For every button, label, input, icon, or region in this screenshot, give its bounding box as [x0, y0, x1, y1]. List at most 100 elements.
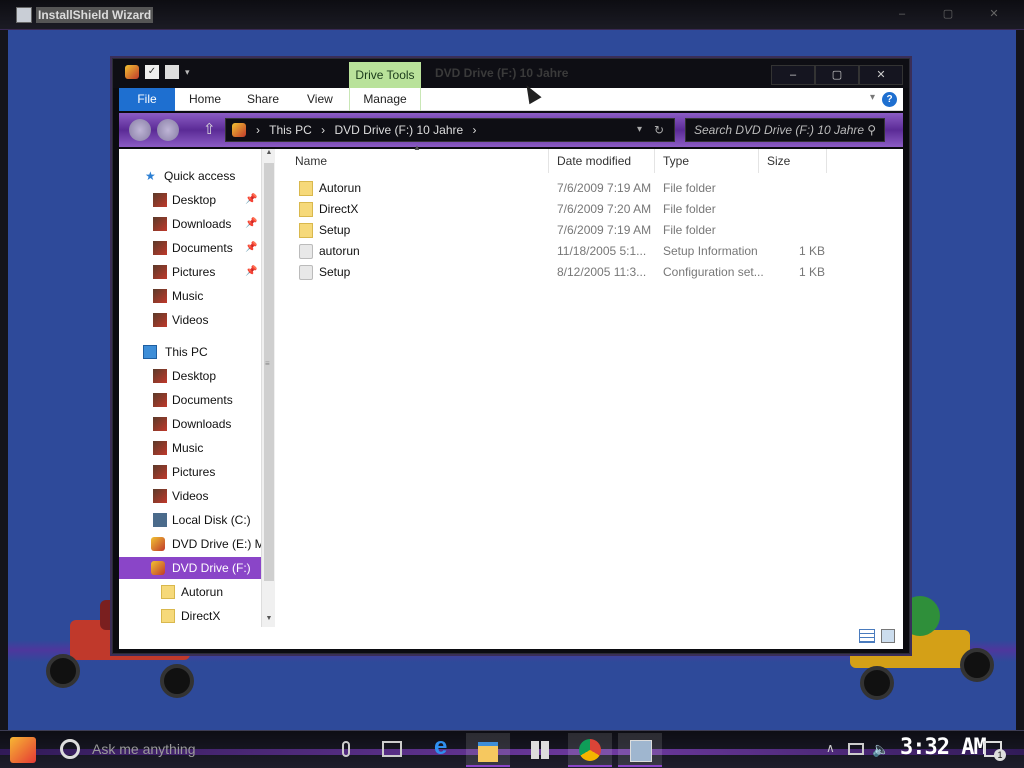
nav-pc-music[interactable]: Music	[119, 437, 261, 459]
nav-item-pictures[interactable]: Pictures 📌	[119, 261, 261, 283]
minimize-button[interactable]: –	[771, 65, 815, 85]
file-row[interactable]: DirectX 7/6/2009 7:20 AM File folder	[279, 199, 819, 220]
close-button[interactable]: ✕	[859, 65, 903, 85]
nav-this-pc[interactable]: This PC	[119, 341, 261, 363]
explorer-titlebar: ✓ ▾ Drive Tools DVD Drive (F:) 10 Jahre …	[113, 59, 909, 88]
taskbar-clock[interactable]: 3:32 AM	[900, 735, 987, 760]
downloads-icon	[153, 217, 167, 231]
installshield-taskbar-icon[interactable]	[618, 733, 662, 767]
config-file-icon	[299, 265, 313, 280]
taskbar-search[interactable]: Ask me anything	[92, 741, 196, 757]
nav-folder-autorun[interactable]: Autorun	[119, 581, 261, 603]
file-row[interactable]: Setup 8/12/2005 11:3... Configuration se…	[279, 262, 825, 283]
column-header-type[interactable]: Type	[655, 149, 759, 173]
chevron-down-icon[interactable]: ▾	[637, 119, 642, 141]
nav-dvd-drive-e[interactable]: DVD Drive (E:) M	[119, 533, 261, 555]
file-row[interactable]: Autorun 7/6/2009 7:19 AM File folder	[279, 178, 819, 199]
breadcrumb-dvd-drive[interactable]: DVD Drive (F:) 10 Jahre	[335, 123, 464, 137]
explorer-title: DVD Drive (F:) 10 Jahre	[435, 66, 569, 80]
folder-icon	[299, 223, 313, 238]
scroll-up-icon[interactable]: ▲	[262, 149, 276, 161]
start-button[interactable]	[10, 737, 36, 763]
pin-icon[interactable]: 📌	[245, 237, 257, 259]
desktop-icon	[153, 369, 167, 383]
edge-browser-icon[interactable]	[422, 733, 466, 767]
nav-pc-videos[interactable]: Videos	[119, 485, 261, 507]
quick-access-toolbar: ✓ ▾	[125, 65, 199, 79]
tab-file[interactable]: File	[119, 88, 175, 111]
file-explorer-taskbar-icon[interactable]	[466, 733, 510, 767]
nav-quick-access[interactable]: ★ Quick access	[119, 165, 261, 187]
nav-dvd-drive-f[interactable]: DVD Drive (F:)	[119, 557, 261, 579]
help-icon[interactable]: ?	[882, 92, 897, 107]
volume-icon[interactable]: 🔈	[872, 741, 889, 758]
pin-icon[interactable]: 📌	[245, 189, 257, 211]
dvd-drive-icon	[151, 537, 165, 551]
pictures-icon	[153, 465, 167, 479]
file-row[interactable]: Setup 7/6/2009 7:19 AM File folder	[279, 220, 819, 241]
column-header-name[interactable]: Name	[287, 149, 549, 173]
tab-manage[interactable]: Manage	[349, 88, 421, 111]
address-input[interactable]: › This PC › DVD Drive (F:) 10 Jahre › ▾ …	[225, 118, 675, 142]
documents-icon	[153, 393, 167, 407]
column-header-date[interactable]: Date modified	[549, 149, 655, 173]
microphone-icon[interactable]	[342, 741, 350, 757]
scrollbar-thumb[interactable]	[264, 163, 274, 581]
installshield-app-icon	[16, 7, 32, 23]
videos-icon	[153, 313, 167, 327]
address-bar-area: ⇧ › This PC › DVD Drive (F:) 10 Jahre › …	[119, 113, 903, 147]
pin-icon[interactable]: 📌	[245, 213, 257, 235]
refresh-icon[interactable]: ↻	[654, 119, 664, 141]
downloads-icon	[153, 417, 167, 431]
desktop-icon	[153, 193, 167, 207]
nav-pc-pictures[interactable]: Pictures	[119, 461, 261, 483]
new-folder-icon[interactable]	[165, 65, 179, 79]
installshield-minimize-button[interactable]: –	[880, 5, 924, 25]
installshield-close-button[interactable]: ✕	[972, 5, 1016, 25]
nav-item-documents[interactable]: Documents 📌	[119, 237, 261, 259]
scroll-grip-icon: ≡	[265, 359, 270, 368]
explorer-window-controls: – ▢ ✕	[771, 65, 903, 85]
breadcrumb-separator[interactable]: ›	[473, 123, 477, 137]
nav-item-desktop[interactable]: Desktop 📌	[119, 189, 261, 211]
nav-pc-desktop[interactable]: Desktop	[119, 365, 261, 387]
column-header-size[interactable]: Size	[759, 149, 827, 173]
tab-home[interactable]: Home	[189, 88, 221, 111]
search-icon[interactable]: ⚲	[867, 119, 876, 141]
nav-folder-directx[interactable]: DirectX	[119, 605, 261, 627]
chrome-icon[interactable]	[568, 733, 612, 767]
search-input[interactable]: Search DVD Drive (F:) 10 Jahre ⚲	[685, 118, 885, 142]
maximize-button[interactable]: ▢	[815, 65, 859, 85]
scroll-down-icon[interactable]: ▼	[262, 615, 276, 627]
installshield-maximize-button[interactable]: ▢	[926, 5, 970, 25]
breadcrumb-this-pc[interactable]: This PC	[269, 123, 312, 137]
back-button[interactable]	[129, 119, 151, 141]
forward-button[interactable]	[157, 119, 179, 141]
expand-ribbon-chevron-icon[interactable]: ▾	[870, 92, 875, 103]
folder-icon	[299, 202, 313, 217]
nav-item-downloads[interactable]: Downloads 📌	[119, 213, 261, 235]
chevron-down-icon[interactable]: ▾	[185, 65, 199, 79]
up-arrow-icon[interactable]: ⇧	[203, 120, 216, 138]
properties-icon[interactable]: ✓	[145, 65, 159, 79]
show-hidden-icons-chevron-icon[interactable]: ∧	[826, 741, 835, 755]
nav-item-videos[interactable]: Videos	[119, 309, 261, 331]
file-row[interactable]: autorun 11/18/2005 5:1... Setup Informat…	[279, 241, 825, 262]
nav-pc-downloads[interactable]: Downloads	[119, 413, 261, 435]
task-view-icon[interactable]	[382, 741, 402, 757]
network-icon[interactable]	[848, 743, 864, 755]
tab-view[interactable]: View	[307, 88, 333, 111]
store-icon[interactable]	[518, 733, 562, 767]
nav-local-disk-c[interactable]: Local Disk (C:)	[119, 509, 261, 531]
nav-pc-documents[interactable]: Documents	[119, 389, 261, 411]
nav-item-music[interactable]: Music	[119, 285, 261, 307]
cortana-icon[interactable]	[60, 739, 80, 759]
details-view-icon[interactable]	[859, 629, 875, 643]
large-icons-view-icon[interactable]	[881, 629, 895, 643]
installshield-window-controls: – ▢ ✕	[880, 5, 1016, 25]
breadcrumb-separator[interactable]: ›	[321, 123, 325, 137]
navigation-pane: ★ Quick access Desktop 📌 Downloads 📌 Doc…	[119, 149, 261, 627]
tab-share[interactable]: Share	[247, 88, 279, 111]
pin-icon[interactable]: 📌	[245, 261, 257, 283]
navigation-scrollbar[interactable]: ▲ ≡ ▼	[261, 149, 275, 627]
